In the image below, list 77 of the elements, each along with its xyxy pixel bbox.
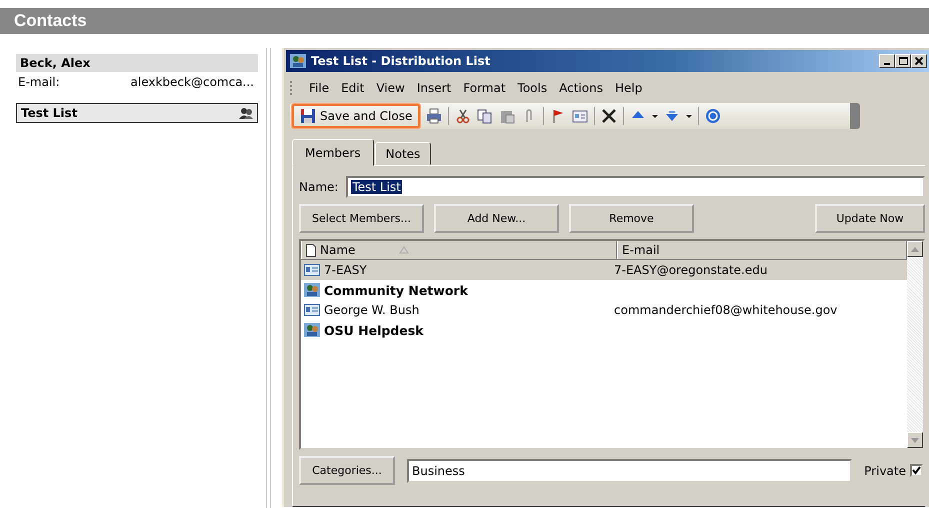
group-icon: [239, 107, 253, 119]
up-triangle-icon: [911, 246, 919, 252]
menu-item[interactable]: Tools: [512, 81, 554, 95]
copy-button[interactable]: [477, 108, 494, 124]
tab[interactable]: Notes: [374, 142, 432, 165]
window-title: Test List - Distribution List: [311, 54, 492, 68]
close-button[interactable]: [911, 54, 927, 68]
page-icon: [306, 244, 316, 256]
menu-item[interactable]: File: [303, 81, 336, 95]
copy-icon: [477, 108, 494, 124]
member-name: Community Network: [324, 282, 468, 298]
menu-item[interactable]: Help: [608, 81, 648, 95]
member-name: OSU Helpdesk: [324, 322, 424, 338]
action-button[interactable]: Update Now: [815, 204, 925, 233]
paste-icon: [499, 108, 516, 124]
field-value: alexkbeck@comca...: [130, 75, 254, 89]
menu-item[interactable]: Actions: [553, 81, 609, 95]
member-name: George W. Bush: [324, 303, 420, 317]
header-title: Contacts: [14, 11, 87, 31]
minimize-button[interactable]: [879, 54, 895, 68]
paste-button[interactable]: [499, 108, 516, 124]
scroll-down-button[interactable]: [907, 432, 923, 448]
member-row[interactable]: Community Network: [301, 280, 907, 300]
group-icon: [290, 54, 306, 68]
menu-item[interactable]: Format: [457, 81, 512, 95]
down-triangle-icon: [911, 438, 919, 442]
help-icon: [705, 108, 722, 124]
close-icon: [915, 57, 923, 65]
member-name: 7-EASY: [324, 263, 367, 277]
menu-item[interactable]: View: [370, 81, 411, 95]
printer-icon: [426, 108, 442, 124]
printer-button[interactable]: [426, 108, 442, 124]
member-email: commanderchief08@whitehouse.gov: [614, 303, 838, 317]
scrollbar[interactable]: [907, 241, 923, 448]
toolbar-options-handle[interactable]: [850, 103, 860, 129]
contact-card-icon: [304, 303, 320, 317]
name-label: Name:: [299, 180, 338, 194]
group-icon: [304, 283, 320, 297]
contact-card-icon: [304, 263, 320, 277]
scissors-icon: [455, 108, 472, 124]
name-field[interactable]: Test List: [346, 176, 925, 198]
scissors-button[interactable]: [455, 108, 472, 124]
action-button[interactable]: Add New...: [434, 204, 559, 233]
private-label: Private: [864, 464, 906, 478]
dropdown-button[interactable]: [652, 114, 658, 118]
action-button[interactable]: Remove: [569, 204, 694, 233]
group-icon: [304, 323, 320, 337]
delete-button[interactable]: [601, 108, 618, 124]
dropdown-button[interactable]: [686, 114, 692, 118]
dropdown-icon: [652, 114, 658, 118]
dropdown-icon: [686, 114, 692, 118]
contact-name[interactable]: Test List: [16, 103, 258, 123]
contact-name[interactable]: Beck, Alex: [16, 54, 258, 72]
help-button[interactable]: [705, 108, 722, 124]
member-row[interactable]: 7-EASY 7-EASY@oregonstate.edu: [301, 260, 907, 280]
column-header[interactable]: Name: [301, 241, 617, 259]
maximize-button[interactable]: [895, 54, 911, 68]
private-checkbox[interactable]: [910, 464, 923, 477]
member-row[interactable]: OSU Helpdesk: [301, 320, 907, 340]
menu-item[interactable]: Insert: [410, 81, 458, 95]
scroll-up-button[interactable]: [907, 241, 923, 257]
minimize-icon: [884, 63, 890, 65]
tab[interactable]: Members: [292, 139, 374, 166]
categories-field[interactable]: Business: [407, 458, 852, 482]
check-icon: [912, 466, 921, 475]
member-email: 7-EASY@oregonstate.edu: [614, 263, 768, 277]
contact-name-text: Test List: [21, 105, 78, 121]
member-row[interactable]: George W. Bush commanderchief08@whitehouse.gov: [301, 300, 907, 320]
action-button[interactable]: Select Members...: [299, 204, 424, 233]
menu-item[interactable]: Edit: [335, 81, 370, 95]
delete-icon: [601, 108, 618, 124]
field-label: E-mail:: [18, 75, 60, 89]
save-and-close-button[interactable]: Save and Close: [292, 104, 420, 128]
address-card-icon: [572, 108, 588, 124]
address-card-button[interactable]: [572, 108, 588, 124]
maximize-icon: [898, 57, 908, 65]
categories-button[interactable]: Categories...: [299, 456, 395, 485]
